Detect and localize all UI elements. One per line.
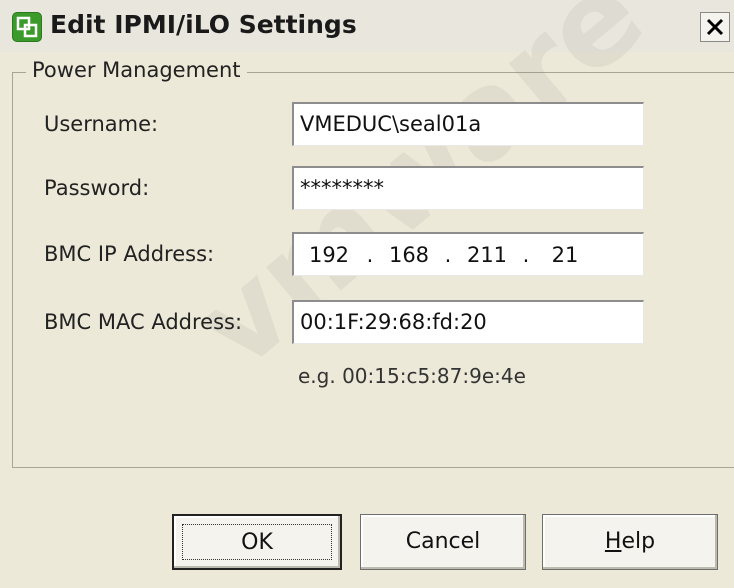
ip-dot: . xyxy=(366,242,374,267)
help-button-label: elp xyxy=(621,529,656,554)
ipmi-settings-dialog: Edit IPMI/iLO Settings Power Management … xyxy=(0,0,734,588)
focus-ring xyxy=(182,524,332,560)
ip-octet-4[interactable]: 21 xyxy=(532,235,598,275)
close-button[interactable] xyxy=(700,12,730,42)
group-legend: Power Management xyxy=(26,58,247,82)
mac-example-hint: e.g. 00:15:c5:87:9e:4e xyxy=(298,364,526,388)
cancel-button[interactable]: Cancel xyxy=(360,514,526,570)
help-button[interactable]: Help xyxy=(542,514,718,570)
bmc-mac-label: BMC MAC Address: xyxy=(44,310,243,334)
password-label: Password: xyxy=(44,176,150,200)
ip-octet-3[interactable]: 211 xyxy=(454,235,520,275)
username-field[interactable]: VMEDUC\seal01a xyxy=(292,102,644,146)
ok-button[interactable]: OK xyxy=(172,514,342,570)
close-icon xyxy=(706,18,724,36)
window-title: Edit IPMI/iLO Settings xyxy=(50,10,357,39)
bmc-ip-label: BMC IP Address: xyxy=(44,242,215,266)
bmc-ip-field[interactable]: 192 . 168 . 211 . 21 xyxy=(292,232,644,276)
password-field[interactable]: ******** xyxy=(292,166,644,210)
ip-octet-1[interactable]: 192 xyxy=(294,235,364,275)
username-label: Username: xyxy=(44,112,159,136)
cancel-button-label: Cancel xyxy=(405,529,481,554)
bmc-mac-field[interactable]: 00:1F:29:68:fd:20 xyxy=(292,300,644,344)
help-mnemonic: H xyxy=(604,529,622,554)
title-bar[interactable]: Edit IPMI/iLO Settings xyxy=(0,0,734,52)
ip-dot: . xyxy=(444,242,452,267)
ip-dot: . xyxy=(522,242,530,267)
ip-octet-2[interactable]: 168 xyxy=(376,235,442,275)
vsphere-logo-icon xyxy=(12,12,42,42)
